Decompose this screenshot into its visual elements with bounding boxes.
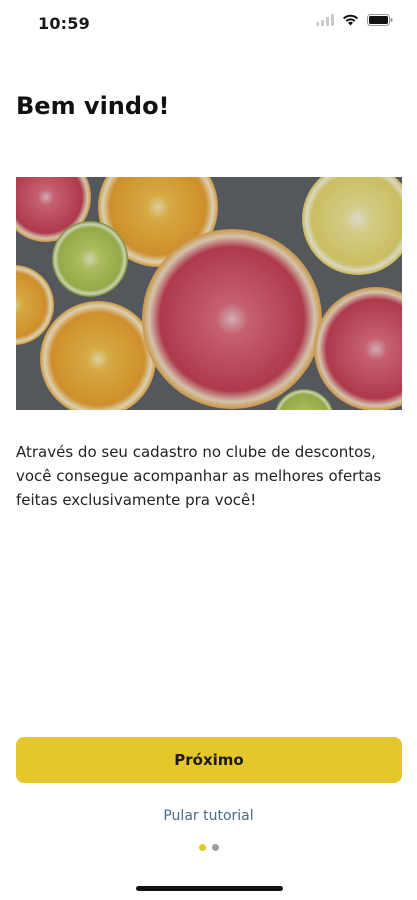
wifi-icon bbox=[342, 14, 359, 26]
next-button[interactable]: Próximo bbox=[16, 737, 402, 783]
page-indicator bbox=[0, 844, 417, 851]
description-text: Através do seu cadastro no clube de desc… bbox=[16, 443, 382, 509]
signal-icon bbox=[316, 14, 334, 26]
pager-dot[interactable] bbox=[211, 844, 219, 851]
page-title: Bem vindo! bbox=[16, 92, 170, 120]
home-indicator bbox=[136, 886, 283, 891]
status-time: 10:59 bbox=[38, 14, 90, 33]
citrus-fruit-slices-image bbox=[16, 177, 402, 410]
pager-dot-active[interactable] bbox=[198, 844, 206, 851]
status-icons bbox=[316, 14, 393, 26]
status-bar: 10:59 bbox=[0, 0, 417, 48]
battery-icon bbox=[367, 14, 393, 26]
skip-tutorial-link[interactable]: Pular tutorial bbox=[0, 808, 417, 824]
